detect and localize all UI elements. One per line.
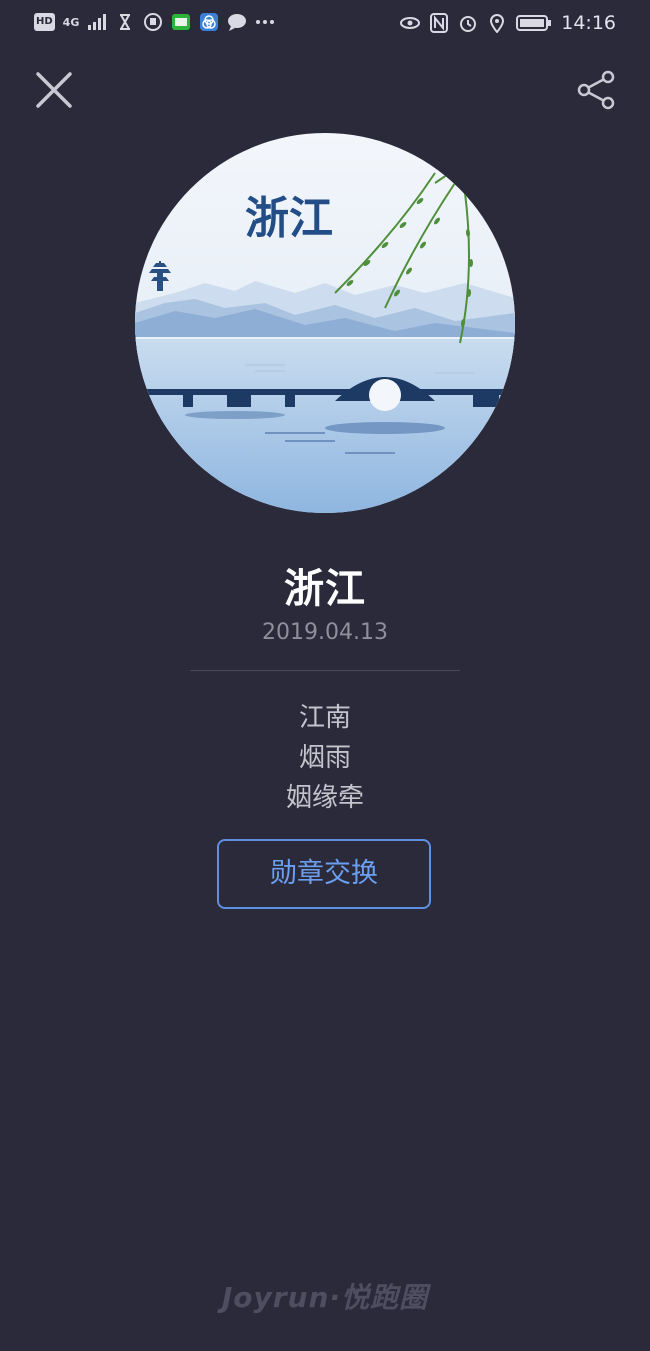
close-icon[interactable] bbox=[34, 70, 74, 110]
divider bbox=[190, 670, 460, 671]
network-label: 4G bbox=[62, 15, 80, 29]
share-icon[interactable] bbox=[576, 70, 616, 110]
clock-time: 14:16 bbox=[561, 12, 616, 34]
eye-icon bbox=[400, 17, 421, 29]
description-line: 江南 bbox=[298, 703, 351, 733]
medal-image[interactable]: 浙江 bbox=[135, 133, 515, 513]
battery-icon bbox=[516, 15, 552, 31]
hd-icon: HD bbox=[34, 13, 55, 31]
hourglass-icon bbox=[120, 14, 131, 30]
medal-artwork: 浙江 bbox=[135, 133, 515, 513]
medal-description: 江南 烟雨 姻缘牵 bbox=[0, 698, 650, 818]
medal-title: 浙江 bbox=[284, 566, 366, 612]
status-bar: HD 4G 14:16 bbox=[0, 0, 650, 50]
medal-date: 2019.04.13 bbox=[262, 620, 388, 645]
alarm-icon bbox=[460, 16, 477, 32]
brand-logo: Joyrun·悦跑圈 bbox=[221, 1281, 429, 1314]
location-icon bbox=[490, 14, 505, 33]
hand-icon bbox=[144, 13, 163, 31]
description-line: 姻缘牵 bbox=[285, 783, 364, 813]
status-left: HD 4G bbox=[34, 12, 275, 32]
iqiyi-icon bbox=[172, 14, 191, 30]
app-icon bbox=[200, 13, 219, 31]
medal-title-text: 浙江 bbox=[245, 193, 333, 244]
medal-exchange-button[interactable]: 勋章交换 bbox=[217, 839, 431, 909]
description-line: 烟雨 bbox=[298, 743, 351, 773]
signal-icon bbox=[88, 14, 107, 30]
status-right: 14:16 bbox=[400, 12, 616, 34]
nfc-icon bbox=[430, 13, 449, 33]
chat-icon bbox=[228, 14, 247, 31]
screen: HD 4G 14:16 浙江 浙江 2019.04.13 江南 烟雨 姻缘牵 勋… bbox=[0, 0, 650, 1351]
more-icon bbox=[256, 20, 275, 24]
